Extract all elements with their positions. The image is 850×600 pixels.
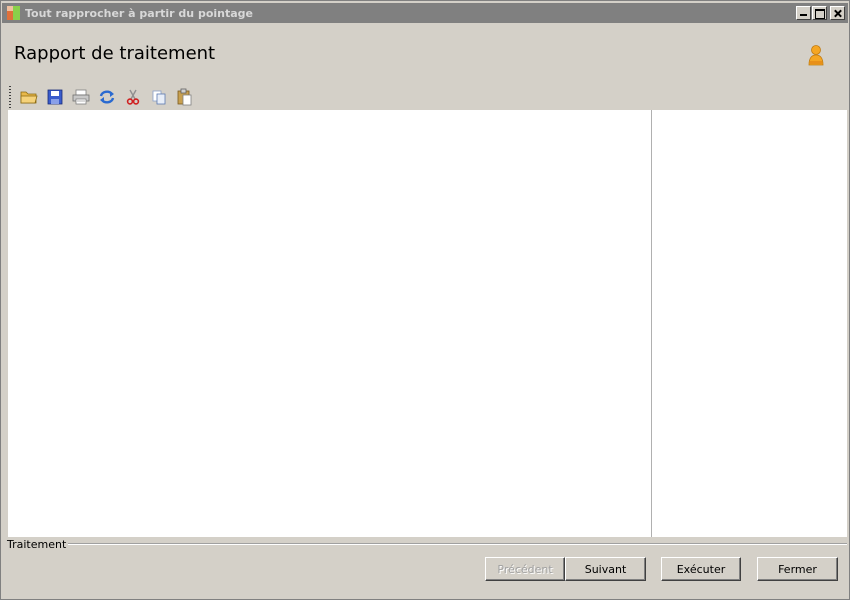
next-button[interactable]: Suivant — [565, 557, 646, 581]
save-icon[interactable] — [42, 86, 68, 108]
group-divider — [61, 543, 847, 545]
open-folder-icon[interactable] — [16, 86, 42, 108]
execute-button[interactable]: Exécuter — [661, 557, 741, 581]
main-window: Tout rapprocher à partir du pointage Rap… — [0, 0, 850, 600]
copy-icon[interactable] — [146, 86, 172, 108]
group-label: Traitement — [7, 538, 69, 551]
maximize-button[interactable] — [812, 6, 827, 20]
window-title: Tout rapprocher à partir du pointage — [25, 6, 254, 20]
refresh-icon[interactable] — [94, 86, 120, 108]
report-side-panel[interactable] — [652, 110, 847, 537]
report-content-panel[interactable] — [8, 110, 651, 537]
toolbar — [9, 85, 198, 109]
cut-icon[interactable] — [120, 86, 146, 108]
paste-icon[interactable] — [172, 86, 198, 108]
toolbar-grip[interactable] — [9, 86, 11, 108]
app-icon — [6, 5, 22, 21]
close-window-button[interactable] — [830, 6, 845, 20]
window-controls — [796, 6, 845, 20]
print-icon[interactable] — [68, 86, 94, 108]
close-button[interactable]: Fermer — [757, 557, 838, 581]
previous-button[interactable]: Précédent — [485, 557, 565, 581]
page-title: Rapport de traitement — [14, 43, 216, 64]
minimize-button[interactable] — [796, 6, 811, 20]
title-bar[interactable]: Tout rapprocher à partir du pointage — [2, 3, 848, 23]
user-icon[interactable] — [807, 44, 825, 66]
